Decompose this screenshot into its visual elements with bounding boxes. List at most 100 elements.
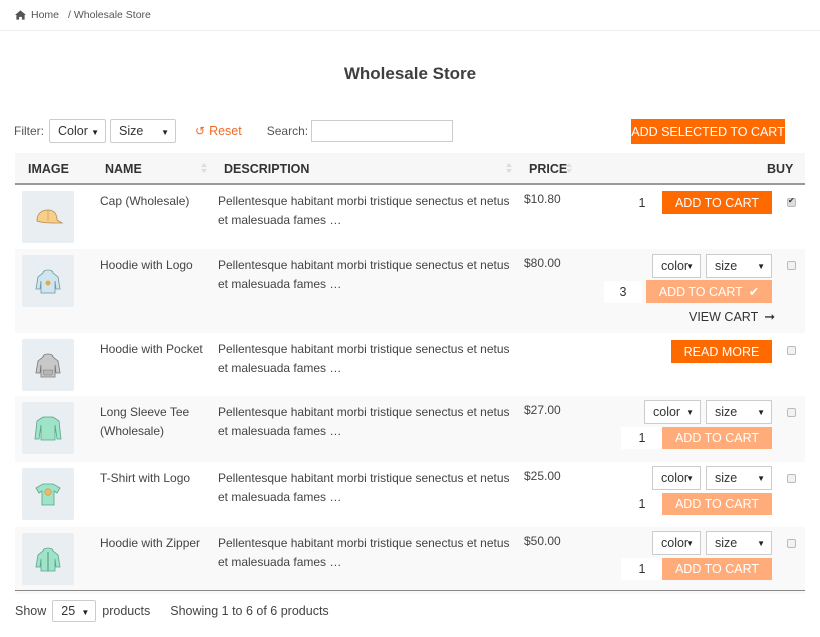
select-checkbox[interactable] bbox=[787, 539, 796, 548]
sort-icon[interactable] bbox=[566, 163, 572, 173]
select-checkbox[interactable] bbox=[787, 196, 796, 207]
variation-color-value: color bbox=[661, 471, 689, 485]
quantity-input[interactable]: 1 bbox=[621, 493, 663, 515]
arrow-right-icon: ➞ bbox=[764, 309, 776, 324]
color-filter-value: Color bbox=[58, 124, 88, 138]
product-price: $25.00 bbox=[524, 469, 561, 483]
filter-bar: Filter: Color ▼ Size ▼ ↺ Reset Search: bbox=[14, 119, 454, 143]
product-price: $27.00 bbox=[524, 403, 561, 417]
breadcrumb: Home / Wholesale Store bbox=[15, 9, 151, 21]
product-image[interactable] bbox=[22, 533, 74, 585]
table-header: IMAGE NAME DESCRIPTION PRICE BUY bbox=[15, 153, 805, 185]
product-name[interactable]: Hoodie with Pocket bbox=[100, 340, 210, 359]
add-to-cart-button[interactable]: ADD TO CART ✔ bbox=[646, 280, 772, 303]
dropdown-arrow-icon: ▼ bbox=[161, 128, 169, 137]
product-description: Pellentesque habitant morbi tristique se… bbox=[218, 258, 510, 291]
quantity-input[interactable]: 1 bbox=[621, 558, 663, 580]
variation-color-select[interactable]: color ▼ bbox=[652, 466, 701, 490]
color-filter-select[interactable]: Color ▼ bbox=[49, 119, 106, 143]
product-description: Pellentesque habitant morbi tristique se… bbox=[218, 342, 510, 375]
product-image[interactable] bbox=[22, 468, 74, 520]
variation-color-value: color bbox=[661, 259, 689, 273]
tshirt-icon bbox=[35, 483, 61, 506]
show-label: Show bbox=[15, 604, 47, 618]
hoodie-zipper-icon bbox=[35, 547, 61, 572]
dropdown-arrow-icon: ▼ bbox=[81, 608, 90, 617]
product-name[interactable]: Long Sleeve Tee (Wholesale) bbox=[100, 403, 210, 441]
variation-size-value: size bbox=[715, 536, 738, 550]
select-checkbox[interactable] bbox=[787, 346, 796, 355]
reset-filters-link[interactable]: ↺ Reset bbox=[195, 124, 242, 138]
filter-label: Filter: bbox=[14, 124, 44, 138]
dropdown-arrow-icon: ▼ bbox=[757, 539, 765, 548]
table-row: Cap (Wholesale) Pellentesque habitant mo… bbox=[15, 185, 805, 249]
add-to-cart-button[interactable]: ADD TO CART bbox=[662, 427, 772, 449]
dropdown-arrow-icon: ▼ bbox=[686, 474, 694, 483]
column-header-buy: BUY bbox=[767, 162, 794, 176]
product-image[interactable] bbox=[22, 402, 74, 454]
column-header-name[interactable]: NAME bbox=[105, 162, 142, 176]
variation-size-select[interactable]: size ▼ bbox=[706, 254, 772, 278]
variation-color-select[interactable]: color ▼ bbox=[652, 254, 701, 278]
products-label: products bbox=[102, 604, 151, 618]
add-to-cart-button[interactable]: ADD TO CART bbox=[662, 493, 772, 515]
check-icon: ✔ bbox=[748, 285, 760, 299]
product-image[interactable] bbox=[22, 339, 74, 391]
hoodie-icon bbox=[35, 269, 61, 294]
product-name[interactable]: Hoodie with Zipper bbox=[100, 534, 210, 553]
select-checkbox[interactable] bbox=[787, 408, 796, 417]
select-checkbox[interactable] bbox=[787, 474, 796, 483]
column-header-image: IMAGE bbox=[28, 162, 69, 176]
column-header-description[interactable]: DESCRIPTION bbox=[224, 162, 309, 176]
read-more-button[interactable]: READ MORE bbox=[671, 340, 772, 363]
quantity-input[interactable]: 1 bbox=[621, 192, 663, 214]
search-input[interactable] bbox=[311, 120, 454, 142]
dropdown-arrow-icon: ▼ bbox=[686, 262, 694, 271]
product-image[interactable] bbox=[22, 255, 74, 307]
variation-size-select[interactable]: size ▼ bbox=[706, 400, 772, 424]
sort-icon[interactable] bbox=[201, 163, 207, 173]
quantity-input[interactable]: 1 bbox=[621, 427, 663, 449]
breadcrumb-home-link[interactable]: Home bbox=[31, 9, 59, 21]
add-to-cart-label: ADD TO CART bbox=[658, 284, 743, 299]
variation-size-value: size bbox=[715, 471, 738, 485]
quantity-input[interactable]: 3 bbox=[604, 281, 642, 303]
variation-size-value: size bbox=[715, 405, 738, 419]
dropdown-arrow-icon: ▼ bbox=[757, 408, 765, 417]
page-title: Wholesale Store bbox=[343, 64, 477, 83]
table-row: Hoodie with Logo Pellentesque habitant m… bbox=[15, 249, 805, 333]
sort-icon[interactable] bbox=[506, 163, 512, 173]
variation-size-select[interactable]: size ▼ bbox=[706, 466, 772, 490]
dropdown-arrow-icon: ▼ bbox=[757, 262, 765, 271]
dropdown-arrow-icon: ▼ bbox=[686, 539, 694, 548]
product-name[interactable]: Hoodie with Logo bbox=[100, 256, 210, 275]
product-description: Pellentesque habitant morbi tristique se… bbox=[218, 194, 510, 227]
variation-color-select[interactable]: color ▼ bbox=[652, 531, 701, 555]
page-length-select[interactable]: 25 ▼ bbox=[52, 600, 97, 622]
cap-icon bbox=[36, 209, 64, 224]
variation-color-select[interactable]: color ▼ bbox=[644, 400, 701, 424]
undo-icon: ↺ bbox=[195, 124, 206, 138]
select-checkbox[interactable] bbox=[787, 261, 796, 270]
add-selected-to-cart-button[interactable]: ADD SELECTED TO CART bbox=[631, 119, 785, 144]
header-divider bbox=[0, 30, 820, 31]
search-label: Search: bbox=[266, 124, 309, 138]
dropdown-arrow-icon: ▼ bbox=[757, 474, 765, 483]
breadcrumb-current: / Wholesale Store bbox=[68, 9, 151, 21]
product-name[interactable]: T-Shirt with Logo bbox=[100, 469, 210, 488]
variation-size-select[interactable]: size ▼ bbox=[706, 531, 772, 555]
table-row: T-Shirt with Logo Pellentesque habitant … bbox=[15, 462, 805, 527]
product-price: $10.80 bbox=[524, 192, 561, 206]
product-name[interactable]: Cap (Wholesale) bbox=[100, 192, 210, 211]
add-to-cart-button[interactable]: ADD TO CART bbox=[662, 191, 772, 214]
table-bottom-border bbox=[15, 590, 805, 591]
hoodie-icon bbox=[35, 353, 61, 378]
dropdown-arrow-icon: ▼ bbox=[686, 408, 694, 417]
size-filter-select[interactable]: Size ▼ bbox=[110, 119, 176, 143]
table-info: Showing 1 to 6 of 6 products bbox=[170, 604, 329, 618]
product-image[interactable] bbox=[22, 191, 74, 243]
column-header-price[interactable]: PRICE bbox=[529, 162, 567, 176]
product-price: $80.00 bbox=[524, 256, 561, 270]
add-to-cart-button[interactable]: ADD TO CART bbox=[662, 558, 772, 580]
view-cart-link[interactable]: VIEW CART ➞ bbox=[689, 309, 775, 325]
